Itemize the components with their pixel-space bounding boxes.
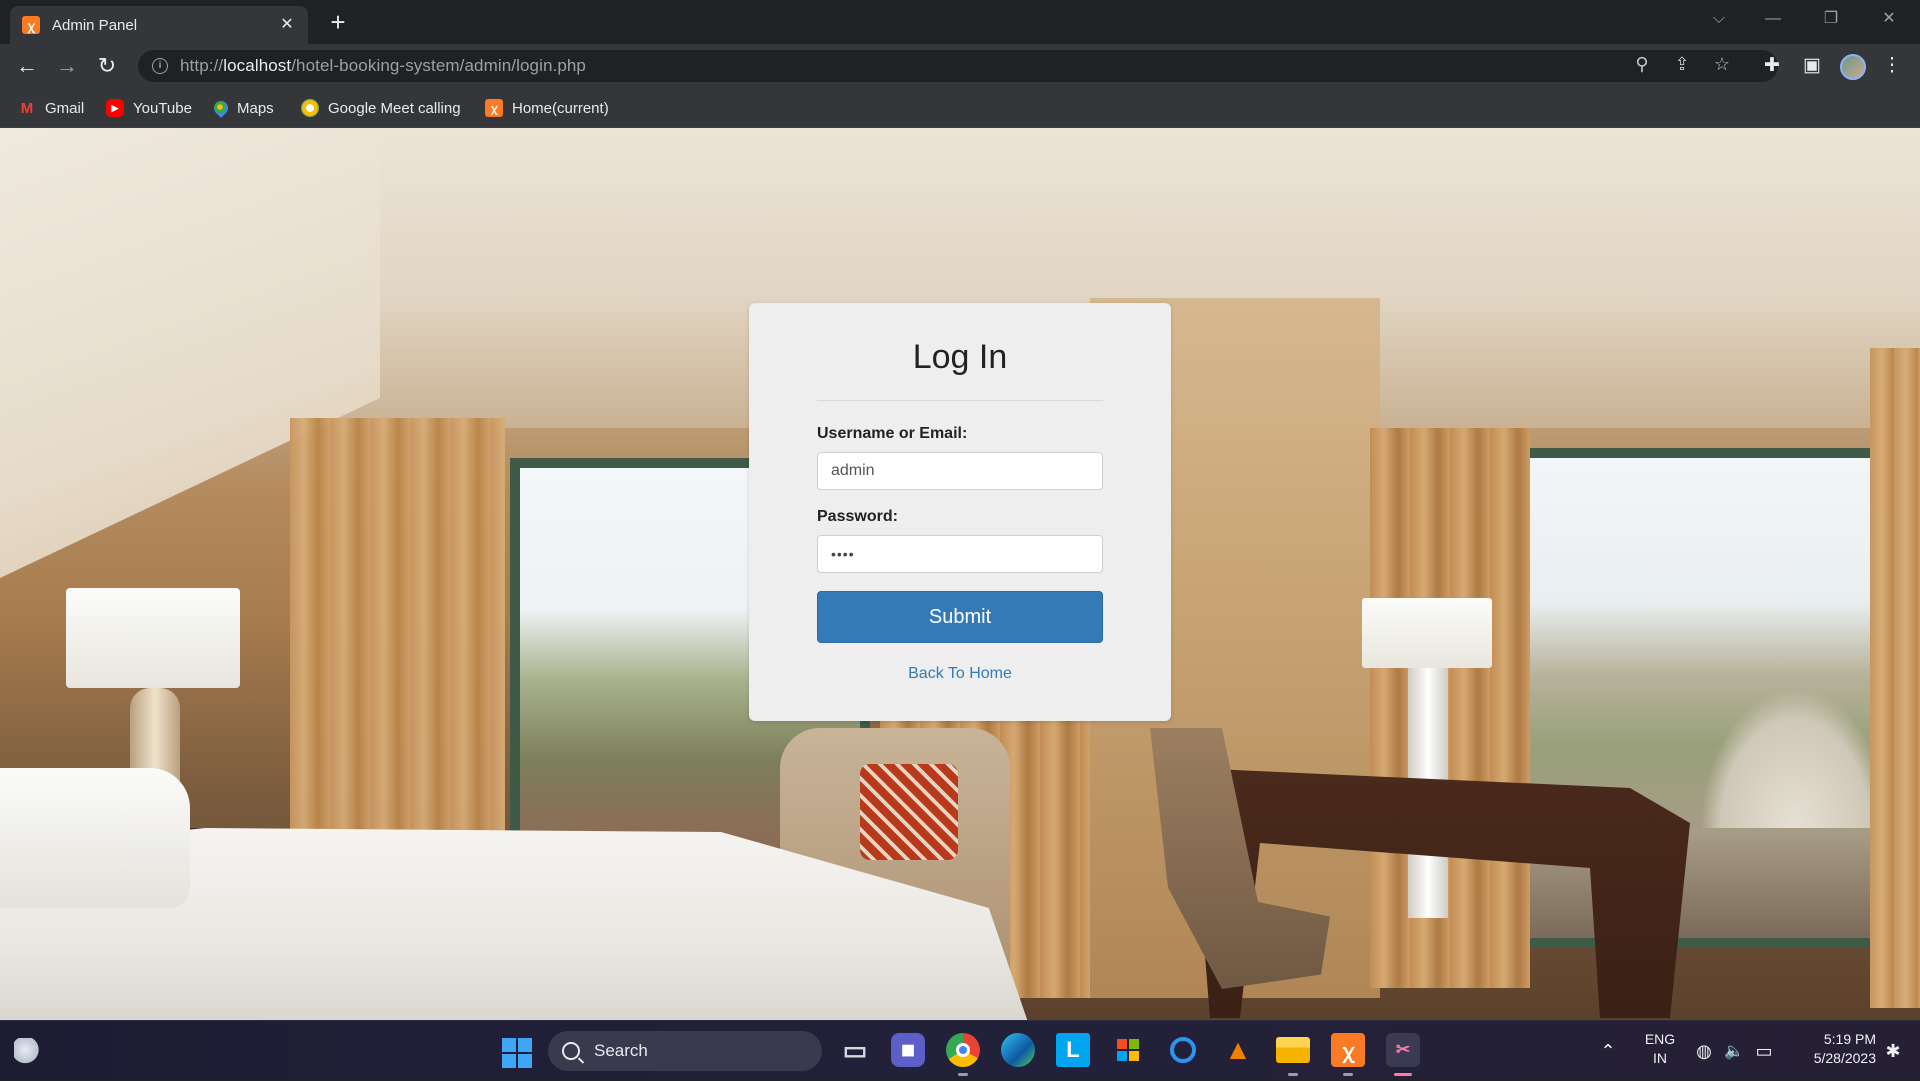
maps-icon xyxy=(211,98,231,118)
profile-avatar[interactable] xyxy=(1840,54,1866,80)
login-card: Log In Username or Email: admin Password… xyxy=(749,303,1171,721)
tray-overflow-icon[interactable]: ⌃ xyxy=(1596,1021,1620,1081)
windows-taskbar: Search ▭ ◼ L ▲ ꭓ ✂ ⌃ ENG IN ◍ 🔈 ▭ 5:19 P… xyxy=(0,1020,1920,1080)
xampp-icon: ꭓ xyxy=(485,99,503,117)
l-app-icon[interactable]: L xyxy=(1056,1033,1090,1067)
battery-icon[interactable]: ▭ xyxy=(1752,1021,1776,1081)
address-bar[interactable]: i http://localhost/hotel-booking-system/… xyxy=(138,50,1778,82)
site-info-icon[interactable]: i xyxy=(152,58,168,74)
xampp-favicon-icon: ꭓ xyxy=(22,16,40,34)
minimize-button[interactable]: — xyxy=(1750,0,1796,40)
xampp-icon[interactable]: ꭓ xyxy=(1331,1033,1365,1067)
edge-icon[interactable] xyxy=(1001,1033,1035,1067)
login-title: Log In xyxy=(912,338,1008,376)
bookmark-home-current[interactable]: ꭓ Home(current) xyxy=(485,96,609,120)
volume-icon[interactable]: 🔈 xyxy=(1722,1021,1746,1081)
file-explorer-icon[interactable] xyxy=(1276,1037,1310,1063)
start-button[interactable] xyxy=(502,1038,532,1068)
submit-button[interactable]: Submit xyxy=(817,591,1103,643)
bookmark-youtube[interactable]: ▶ YouTube xyxy=(106,96,192,120)
close-window-button[interactable]: ✕ xyxy=(1866,0,1912,40)
taskbar-search[interactable]: Search xyxy=(548,1031,822,1071)
extensions-icon[interactable]: ✚ xyxy=(1758,52,1786,80)
share-icon[interactable]: ⇪ xyxy=(1668,50,1696,78)
browser-menu-icon[interactable]: ⋮ xyxy=(1878,52,1906,80)
tab-close-icon[interactable]: ✕ xyxy=(278,16,296,34)
store-icon[interactable] xyxy=(1111,1033,1145,1067)
gmail-icon: M xyxy=(20,99,34,117)
page-viewport: Log In Username or Email: admin Password… xyxy=(0,128,1920,1020)
bookmark-google-meet-calling[interactable]: Google Meet calling xyxy=(301,96,461,120)
restore-button[interactable]: ❐ xyxy=(1808,0,1854,40)
network-icon[interactable]: ◍ xyxy=(1692,1021,1716,1081)
notification-icon[interactable]: ✱ xyxy=(1880,1021,1906,1081)
new-tab-button[interactable]: + xyxy=(324,8,352,36)
search-icon xyxy=(562,1042,580,1060)
browser-toolbar: ← → ↻ i http://localhost/hotel-booking-s… xyxy=(0,44,1920,88)
cortana-icon[interactable] xyxy=(1166,1033,1200,1067)
username-input[interactable]: admin xyxy=(817,452,1103,490)
tab-search-dropdown-icon[interactable]: ⌵ xyxy=(1696,0,1742,40)
zoom-icon[interactable]: ⚲ xyxy=(1628,50,1656,78)
tab-title: Admin Panel xyxy=(52,16,138,34)
meet-icon xyxy=(301,99,319,117)
bookmark-star-icon[interactable]: ☆ xyxy=(1708,50,1736,78)
snipping-tool-icon[interactable]: ✂ xyxy=(1386,1033,1420,1067)
tab-admin-panel[interactable]: ꭓ Admin Panel ✕ xyxy=(10,6,308,44)
weather-widget-icon[interactable] xyxy=(14,1038,42,1064)
password-label: Password: xyxy=(817,508,898,525)
url-text[interactable]: http://localhost/hotel-booking-system/ad… xyxy=(180,56,586,76)
back-button[interactable]: ← xyxy=(13,52,41,80)
bookmark-maps[interactable]: Maps xyxy=(211,96,274,120)
task-view-icon[interactable]: ▭ xyxy=(838,1033,872,1067)
teams-icon[interactable]: ◼ xyxy=(891,1033,925,1067)
search-label: Search xyxy=(594,1041,648,1060)
youtube-icon: ▶ xyxy=(106,99,124,117)
side-panel-icon[interactable]: ▣ xyxy=(1798,52,1826,80)
clock[interactable]: 5:19 PM 5/28/2023 xyxy=(1786,1030,1876,1068)
language-indicator[interactable]: ENG IN xyxy=(1640,1030,1680,1068)
back-to-home-link[interactable]: Back To Home xyxy=(749,665,1171,683)
bookmarks-bar: M Gmail ▶ YouTube Maps Google Meet calli… xyxy=(0,88,1920,128)
vlc-icon[interactable]: ▲ xyxy=(1221,1033,1255,1067)
chrome-icon[interactable] xyxy=(946,1033,980,1067)
browser-title-bar: ꭓ Admin Panel ✕ + ⌵ — ❐ ✕ xyxy=(0,0,1920,44)
username-label: Username or Email: xyxy=(817,425,968,442)
title-divider xyxy=(817,400,1103,401)
password-input[interactable]: •••• xyxy=(817,535,1103,573)
forward-button[interactable]: → xyxy=(53,52,81,80)
reload-button[interactable]: ↻ xyxy=(93,52,121,80)
bookmark-gmail[interactable]: M Gmail xyxy=(18,96,84,120)
